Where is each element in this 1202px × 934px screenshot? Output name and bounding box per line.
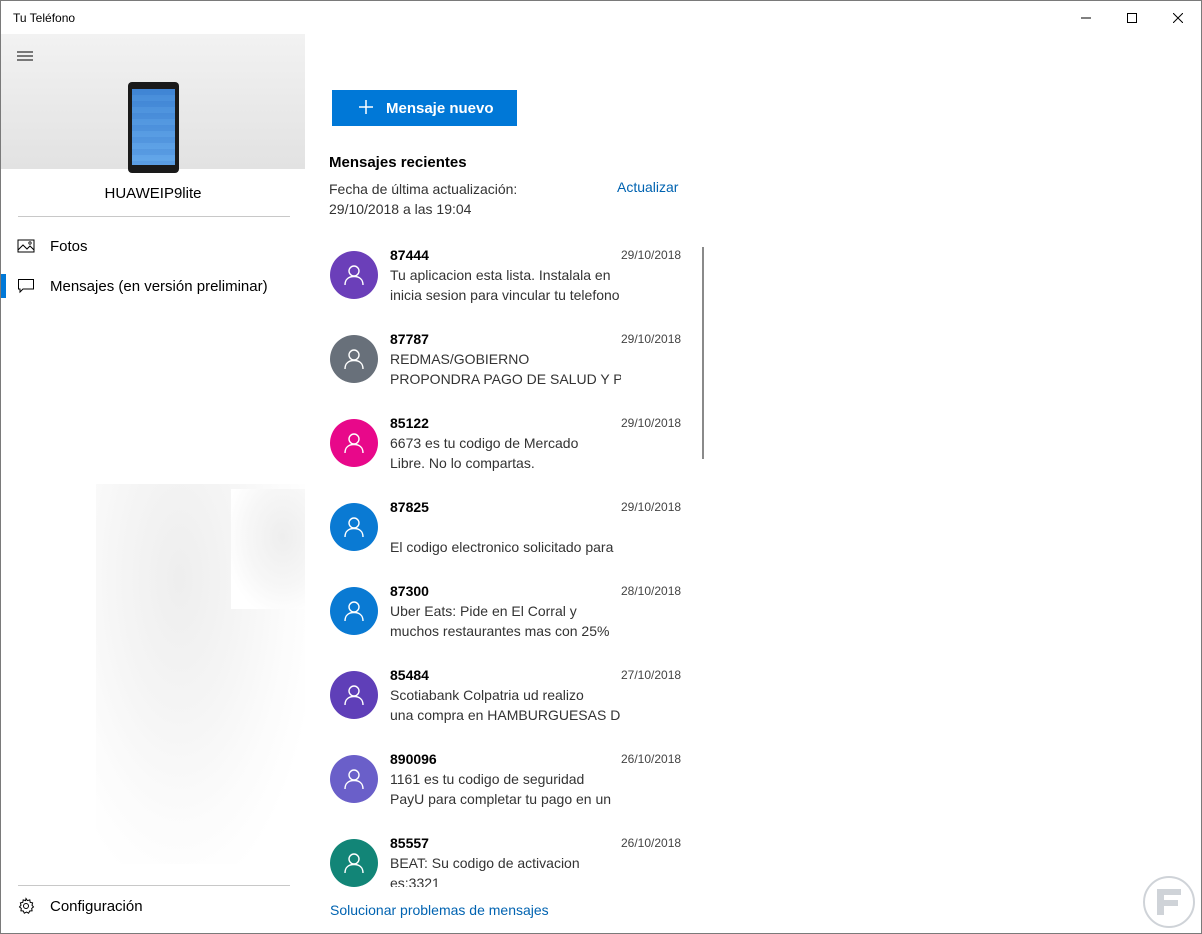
- message-date: 29/10/2018: [621, 248, 682, 262]
- message-date: 29/10/2018: [621, 500, 682, 514]
- message-item[interactable]: 87825 29/10/2018 El codigo electronico s…: [306, 493, 706, 577]
- message-preview-line-2: una compra en HAMBURGUESAS DE: [390, 707, 621, 723]
- person-icon: [344, 769, 364, 790]
- message-item[interactable]: 85484 27/10/2018 Scotiabank Colpatria ud…: [306, 661, 706, 745]
- avatar: [330, 755, 378, 803]
- device-name: HUAWEIP9lite: [104, 185, 202, 202]
- avatar: [330, 419, 378, 467]
- sidebar-item-label: Mensajes (en versión preliminar): [50, 277, 268, 295]
- avatar: [330, 839, 378, 887]
- maximize-icon: [1127, 12, 1137, 23]
- last-update-label: Fecha de última actualización:: [329, 181, 518, 197]
- message-item[interactable]: 87787 29/10/2018 REDMAS/GOBIERNO PROPOND…: [306, 325, 706, 409]
- sidebar-item-messages[interactable]: Mensajes (en versión preliminar): [1, 266, 305, 306]
- message-preview-line-1: BEAT: Su codigo de activacion: [390, 855, 580, 871]
- sidebar-item-settings[interactable]: Configuración: [1, 886, 305, 926]
- message-preview-line-2: inicia sesion para vincular tu telefono: [390, 287, 620, 303]
- new-message-button[interactable]: Mensaje nuevo: [332, 90, 517, 126]
- phone-image: [128, 82, 179, 173]
- message-list: 87444 29/10/2018 Tu aplicacion esta list…: [306, 241, 706, 887]
- message-sender: 85122: [390, 415, 429, 431]
- photos-icon: [17, 239, 35, 253]
- avatar: [330, 587, 378, 635]
- message-date: 26/10/2018: [621, 836, 682, 850]
- person-icon: [344, 265, 364, 286]
- new-message-label: Mensaje nuevo: [386, 100, 494, 117]
- message-sender: 87825: [390, 499, 429, 515]
- message-preview-line-2: Libre. No lo compartas.: [390, 455, 535, 471]
- avatar: [330, 335, 378, 383]
- message-preview-line-2: PROPONDRA PAGO DE SALUD Y PENSION: [390, 371, 621, 387]
- message-list-scrollbar[interactable]: [702, 247, 704, 459]
- message-date: 29/10/2018: [621, 332, 682, 346]
- sidebar-background-art-2: [231, 489, 305, 609]
- message-preview-line-1: 6673 es tu codigo de Mercado: [390, 435, 579, 451]
- window-title: Tu Teléfono: [13, 11, 76, 25]
- message-sender: 87787: [390, 331, 429, 347]
- message-date: 28/10/2018: [621, 584, 682, 598]
- message-item[interactable]: 85122 29/10/2018 6673 es tu codigo de Me…: [306, 409, 706, 493]
- close-icon: [1173, 12, 1183, 23]
- minimize-button[interactable]: [1063, 1, 1109, 34]
- message-preview-line-1: REDMAS/GOBIERNO: [390, 351, 530, 367]
- person-icon: [344, 853, 364, 874]
- message-item[interactable]: 87300 28/10/2018 Uber Eats: Pide en El C…: [306, 577, 706, 661]
- sidebar-item-photos[interactable]: Fotos: [1, 226, 305, 266]
- message-preview-line-2: es:3321: [390, 875, 440, 887]
- person-icon: [344, 685, 364, 706]
- message-sender: 87300: [390, 583, 429, 599]
- avatar: [330, 503, 378, 551]
- person-icon: [344, 433, 364, 454]
- close-button[interactable]: [1155, 1, 1201, 34]
- message-preview-line-2: muchos restaurantes mas con 25%: [390, 623, 610, 639]
- message-icon: [18, 279, 34, 294]
- minimize-icon: [1081, 17, 1091, 18]
- message-preview-line-2: El codigo electronico solicitado para: [390, 539, 614, 555]
- sidebar-item-label: Configuración: [50, 897, 143, 915]
- title-bar: Tu Teléfono: [1, 1, 1201, 34]
- message-sender: 85557: [390, 835, 429, 851]
- menu-button[interactable]: [13, 46, 37, 66]
- gear-icon: [18, 897, 35, 914]
- sidebar: HUAWEIP9lite Fotos Mensajes (en versión …: [1, 34, 305, 933]
- message-sender: 87444: [390, 247, 429, 263]
- message-item[interactable]: 85557 26/10/2018 BEAT: Su codigo de acti…: [306, 829, 706, 887]
- message-item[interactable]: 890096 26/10/2018 1161 es tu codigo de s…: [306, 745, 706, 829]
- maximize-button[interactable]: [1109, 1, 1155, 34]
- message-preview-line-1: Scotiabank Colpatria ud realizo: [390, 687, 584, 703]
- last-update-value: 29/10/2018 a las 19:04: [329, 201, 472, 217]
- person-icon: [344, 601, 364, 622]
- message-item[interactable]: 87444 29/10/2018 Tu aplicacion esta list…: [306, 241, 706, 325]
- message-date: 26/10/2018: [621, 752, 682, 766]
- refresh-link[interactable]: Actualizar: [617, 179, 678, 195]
- sidebar-item-label: Fotos: [50, 237, 88, 255]
- recent-messages-heading: Mensajes recientes: [329, 154, 467, 171]
- message-date: 29/10/2018: [621, 416, 682, 430]
- app-window: Tu Teléfono HUAWEIP9lite Fotos Mensajes …: [0, 0, 1202, 934]
- person-icon: [344, 517, 364, 538]
- sidebar-divider-top: [18, 216, 290, 217]
- watermark-logo: [1143, 876, 1195, 928]
- message-sender: 890096: [390, 751, 437, 767]
- troubleshoot-messages-link[interactable]: Solucionar problemas de mensajes: [330, 902, 549, 918]
- selection-indicator: [1, 274, 6, 298]
- message-preview-line-1: Tu aplicacion esta lista. Instalala en: [390, 267, 611, 283]
- phone-screen: [132, 89, 175, 165]
- message-sender: 85484: [390, 667, 429, 683]
- message-preview-line-2: PayU para completar tu pago en un: [390, 791, 612, 807]
- avatar: [330, 251, 378, 299]
- last-update-info: Fecha de última actualización: 29/10/201…: [329, 179, 517, 219]
- message-preview-line-1: Uber Eats: Pide en El Corral y: [390, 603, 577, 619]
- plus-icon: [359, 100, 373, 114]
- hamburger-icon: [17, 51, 33, 61]
- main-content: Mensaje nuevo Mensajes recientes Fecha d…: [306, 34, 1201, 933]
- person-icon: [344, 349, 364, 370]
- message-date: 27/10/2018: [621, 668, 682, 682]
- avatar: [330, 671, 378, 719]
- message-preview-line-1: 1161 es tu codigo de seguridad: [390, 771, 585, 787]
